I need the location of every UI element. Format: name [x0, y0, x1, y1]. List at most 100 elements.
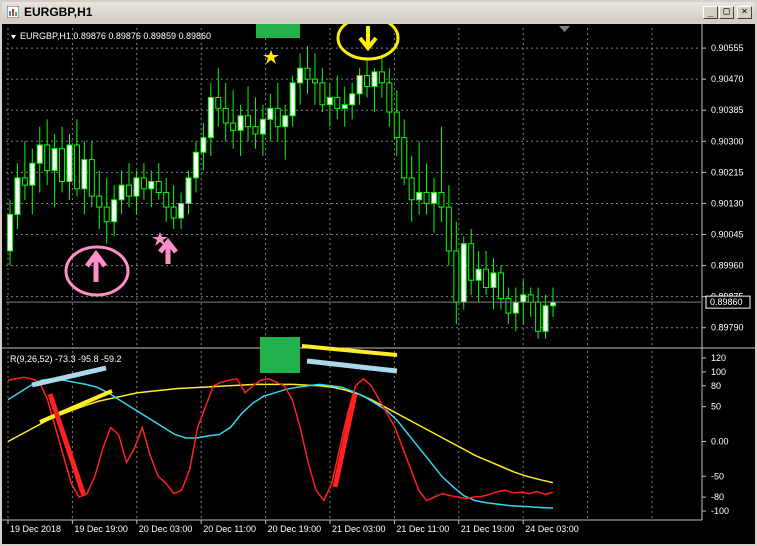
bear-candle: [468, 243, 475, 281]
bull-candle: [7, 213, 13, 252]
bear-candle: [252, 126, 259, 135]
chart-background: [2, 24, 755, 544]
bear-candle: [535, 301, 542, 332]
window-title: EURGBP,H1: [24, 5, 93, 19]
bear-candle: [44, 144, 51, 172]
bull-candle: [460, 243, 467, 303]
bear-candle: [96, 195, 103, 208]
bear-candle: [401, 137, 408, 179]
time-tick-label: 21 Dec 03:00: [332, 524, 386, 534]
bull-candle: [371, 71, 378, 87]
bull-candle: [133, 177, 140, 197]
bear-candle: [170, 206, 177, 219]
bear-candle: [274, 107, 281, 128]
bear-candle: [245, 115, 252, 128]
bear-candle: [21, 177, 28, 186]
indicator-tick-label: 50: [711, 402, 721, 412]
bull-candle: [416, 191, 423, 201]
bull-candle: [326, 96, 333, 106]
indicator-tick-label: -100: [711, 506, 729, 516]
chart-window-icon: [7, 6, 19, 18]
bear-candle: [88, 159, 95, 197]
bear-candle: [483, 268, 490, 289]
bear-candle: [497, 272, 504, 299]
bull-candle: [289, 82, 296, 117]
bull-candle: [192, 151, 199, 179]
bear-candle: [408, 177, 415, 201]
bear-candle: [386, 82, 393, 113]
indicator-header: R(9,26,52) -73.3 -95.8 -59.2: [10, 354, 122, 364]
time-tick-label: 24 Dec 03:00: [525, 524, 579, 534]
bear-candle: [364, 75, 371, 87]
bear-candle: [527, 294, 534, 303]
bear-candle: [423, 191, 430, 204]
bull-candle: [356, 75, 363, 95]
bear-candle: [445, 206, 452, 252]
price-tick-label: 0.89960: [711, 261, 744, 271]
bull-candle: [475, 268, 482, 281]
bear-candle: [230, 122, 237, 131]
bull-candle: [207, 96, 214, 139]
bull-candle: [36, 144, 43, 164]
bull-candle: [81, 159, 88, 190]
time-tick-label: 21 Dec 11:00: [396, 524, 449, 534]
indicator-tick-label: 120: [711, 353, 726, 363]
bear-candle: [73, 144, 80, 190]
bull-candle: [267, 107, 274, 120]
bear-candle: [222, 107, 229, 124]
bear-candle: [334, 96, 341, 109]
green-marker-bottom: [260, 337, 300, 373]
bear-candle: [103, 206, 110, 223]
price-tick-label: 0.90045: [711, 230, 744, 240]
green-marker-top: [256, 24, 300, 38]
price-tick-label: 0.90555: [711, 43, 744, 53]
minimize-button[interactable]: _: [703, 6, 718, 19]
bear-candle: [311, 78, 318, 84]
price-tick-label: 0.89790: [711, 323, 744, 333]
price-tick-label: 0.90470: [711, 74, 744, 84]
bull-candle: [237, 115, 244, 131]
time-tick-label: 20 Dec 03:00: [139, 524, 193, 534]
title-bar[interactable]: EURGBP,H1 _ □ ×: [2, 2, 755, 22]
bull-candle: [282, 115, 289, 128]
time-tick-label: 20 Dec 19:00: [268, 524, 322, 534]
bull-candle: [111, 199, 118, 223]
bear-candle: [140, 177, 147, 190]
time-tick-label: 19 Dec 2018: [10, 524, 61, 534]
maximize-button[interactable]: □: [719, 6, 734, 19]
bear-candle: [126, 184, 133, 197]
time-tick-label: 21 Dec 19:00: [461, 524, 515, 534]
bull-candle: [51, 148, 58, 172]
price-chart[interactable]: EURGBP,H1 0.89876 0.89876 0.89859 0.8986…: [2, 24, 755, 544]
indicator-tick-label: -80: [711, 492, 724, 502]
bull-candle: [520, 294, 527, 303]
bull-candle: [200, 137, 207, 153]
price-tick-label: 0.90300: [711, 136, 744, 146]
bear-candle: [378, 71, 385, 84]
bull-candle: [542, 305, 549, 332]
bull-candle: [29, 162, 36, 186]
time-tick-label: 20 Dec 11:00: [203, 524, 256, 534]
indicator-tick-label: 100: [711, 367, 726, 377]
bull-candle: [430, 191, 437, 204]
bull-candle: [118, 184, 125, 201]
price-tick-label: 0.90215: [711, 167, 744, 177]
bull-candle: [550, 301, 556, 307]
current-price-text: 0.89860: [710, 297, 743, 307]
bull-candle: [148, 181, 155, 190]
close-button[interactable]: ×: [737, 6, 752, 19]
bull-candle: [178, 202, 185, 219]
bear-candle: [163, 191, 170, 208]
price-tick-label: 0.90130: [711, 198, 744, 208]
bear-candle: [505, 297, 512, 314]
bull-candle: [297, 67, 304, 84]
chart-window: EURGBP,H1 _ □ × EURGBP,H1 0.89876 0.8987…: [0, 0, 757, 546]
indicator-tick-label: 0.00: [711, 436, 729, 446]
bull-candle: [66, 144, 73, 183]
indicator-tick-label: 80: [711, 381, 721, 391]
bull-candle: [341, 104, 348, 109]
main-panel-header: EURGBP,H1 0.89876 0.89876 0.89859 0.8986…: [20, 31, 211, 41]
time-tick-label: 19 Dec 19:00: [74, 524, 128, 534]
bull-candle: [349, 93, 356, 106]
indicator-tick-label: -50: [711, 471, 724, 481]
